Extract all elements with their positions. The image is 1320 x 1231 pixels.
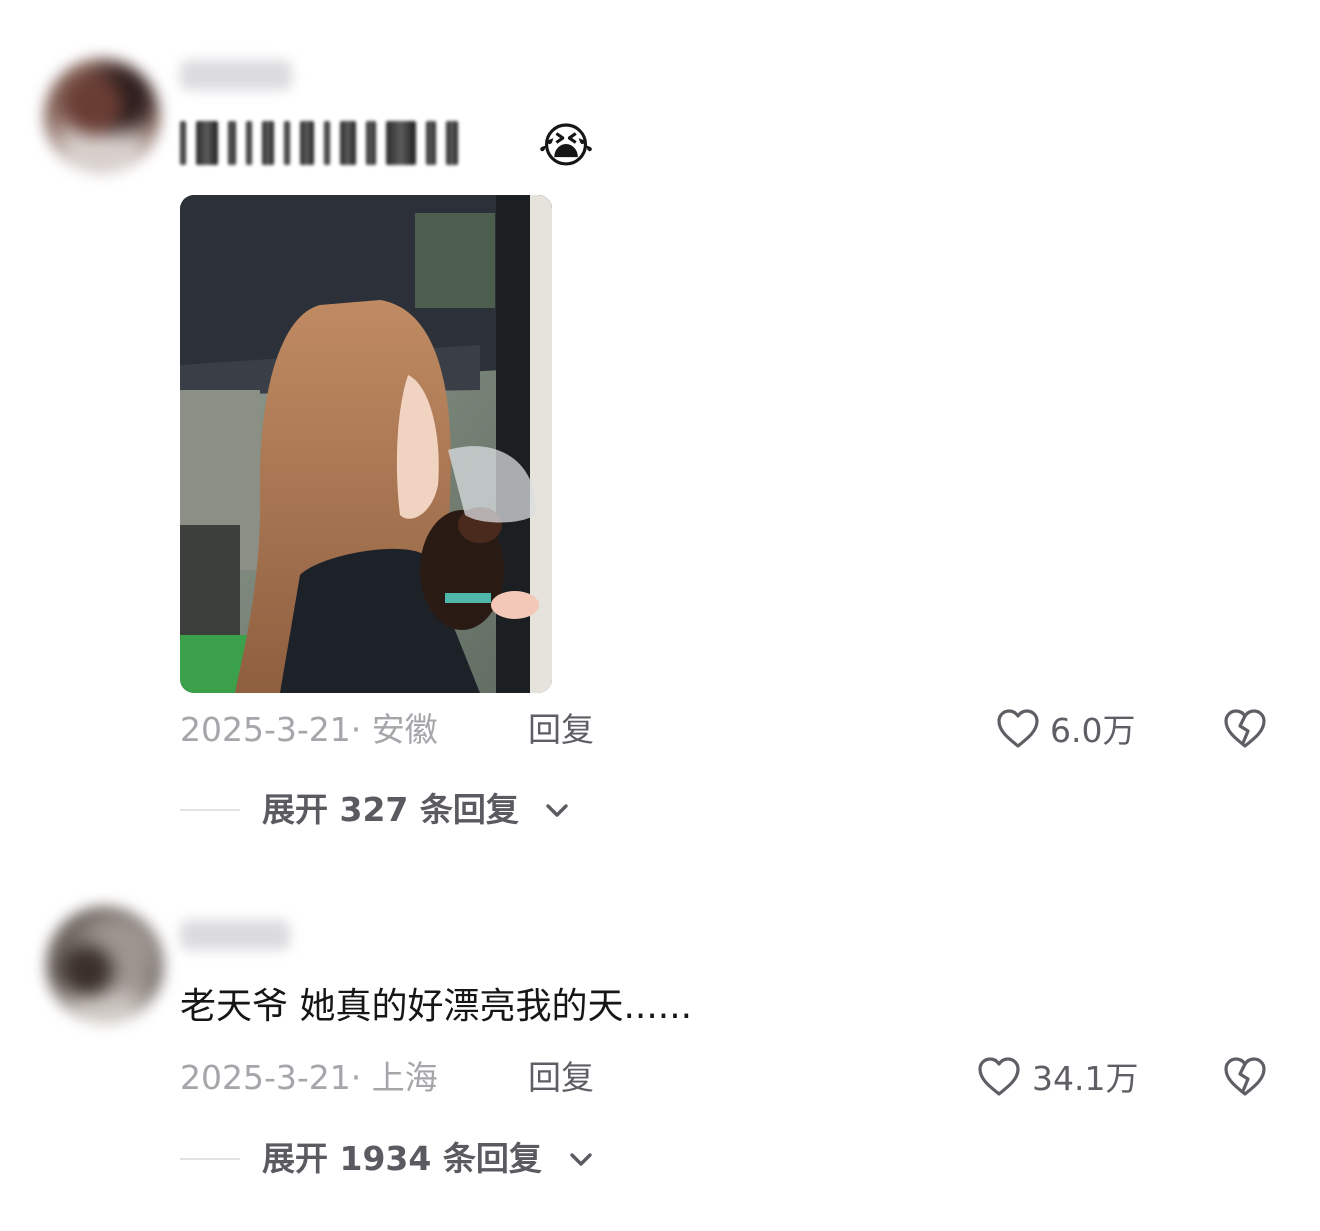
- avatar[interactable]: [44, 58, 160, 174]
- like-count: 6.0万: [1050, 711, 1136, 750]
- comment-text: 老天爷 她真的好漂亮我的天......: [180, 986, 693, 1027]
- comment-text-redacted: [180, 120, 530, 166]
- like-heart-icon[interactable]: [975, 1053, 1023, 1101]
- reply-button[interactable]: 回复: [528, 710, 594, 750]
- like-heart-icon[interactable]: [994, 705, 1042, 753]
- comment-date-location: 2025-3-21· 安徽: [180, 710, 438, 749]
- username-redacted[interactable]: [180, 60, 292, 90]
- broken-heart-icon[interactable]: [1221, 1053, 1269, 1101]
- expand-replies-button[interactable]: 展开 1934 条回复: [262, 1139, 542, 1179]
- chevron-down-icon[interactable]: [544, 800, 570, 822]
- expand-replies-button[interactable]: 展开 327 条回复: [262, 790, 519, 830]
- reply-button[interactable]: 回复: [528, 1058, 594, 1098]
- crying-emoji-icon: 😭: [538, 118, 595, 174]
- expand-divider: [180, 1158, 240, 1160]
- comment-image[interactable]: [180, 195, 552, 693]
- avatar[interactable]: [46, 906, 164, 1024]
- comment-date-location: 2025-3-21· 上海: [180, 1058, 438, 1097]
- like-count: 34.1万: [1032, 1059, 1139, 1098]
- chevron-down-icon[interactable]: [568, 1149, 594, 1171]
- broken-heart-icon[interactable]: [1221, 705, 1269, 753]
- expand-divider: [180, 809, 240, 811]
- username-redacted[interactable]: [180, 920, 290, 950]
